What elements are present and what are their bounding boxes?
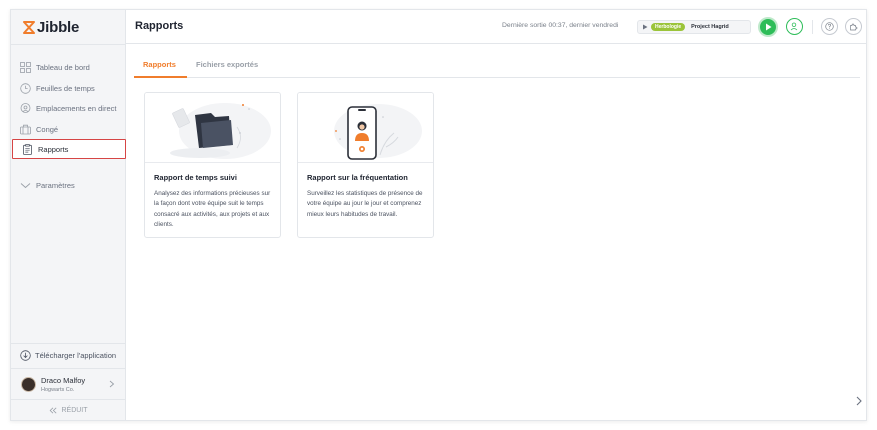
divider [11, 44, 126, 45]
user-org: Hogwarts Co. [41, 386, 75, 393]
card-description: Analysez des informations précieuses sur… [154, 190, 271, 228]
tab-exported-files[interactable]: Fichiers exportés [196, 60, 258, 69]
report-card-attendance[interactable]: Rapport sur la fréquentation Surveillez … [297, 92, 434, 238]
play-icon [765, 23, 771, 31]
card-title: Rapport sur la fréquentation [307, 173, 408, 182]
integrations-button[interactable] [845, 18, 862, 35]
active-tab-indicator [134, 76, 187, 78]
user-profile[interactable]: Draco Malfoy Hogwarts Co. [11, 372, 126, 396]
user-info: Draco Malfoy Hogwarts Co. [41, 376, 85, 393]
folder-illustration [145, 93, 280, 163]
hourglass-logo-icon [23, 21, 35, 34]
phone-illustration [298, 93, 433, 163]
sidebar-item-label: Tableau de bord [36, 62, 90, 72]
help-button[interactable] [821, 18, 838, 35]
project-name: Project Hagrid [691, 24, 729, 30]
question-icon [825, 22, 834, 31]
sidebar-item-live-locations[interactable]: Emplacements en direct [11, 98, 126, 118]
chevron-down-icon [20, 182, 31, 188]
sidebar-item-dashboard[interactable]: Tableau de bord [11, 57, 126, 77]
double-chevron-left-icon [50, 407, 57, 413]
jibble-logo[interactable]: Jibble [23, 19, 79, 36]
card-title: Rapport de temps suivi [154, 173, 237, 182]
sidebar-item-label: Emplacements en direct [36, 103, 117, 113]
header-separator [812, 20, 813, 34]
card-description: Surveillez les statistiques de présence … [307, 190, 423, 218]
header: Rapports Dernière sortie 00:37, dernier … [126, 10, 866, 44]
page-title: Rapports [135, 20, 184, 32]
download-app-button[interactable]: Télécharger l'application [11, 345, 126, 365]
tab-bar: Rapports Fichiers exportés [134, 52, 860, 78]
collapse-label: RÉDUIT [61, 406, 88, 414]
play-small-icon [643, 24, 648, 30]
clock-in-button[interactable] [758, 17, 778, 37]
divider [11, 399, 126, 400]
dashboard-icon [20, 61, 31, 73]
download-icon [20, 349, 31, 361]
activity-project-selector[interactable]: Herbologie Project Hagrid [637, 20, 751, 34]
content: Rapports Fichiers exportés Rapport de te… [126, 44, 866, 420]
sidebar-item-label: Feuilles de temps [36, 83, 95, 93]
activity-tag: Herbologie [651, 23, 686, 31]
main-area: Rapports Dernière sortie 00:37, dernier … [126, 10, 866, 420]
clipboard-icon [23, 143, 32, 155]
tab-reports[interactable]: Rapports [143, 60, 176, 69]
user-name: Draco Malfoy [41, 375, 86, 385]
kiosk-button[interactable] [786, 18, 803, 35]
phone-illustration-graphic [334, 104, 422, 160]
sidebar-item-label: Congé [36, 124, 59, 134]
download-app-label: Télécharger l'application [35, 350, 117, 360]
folder-illustration-graphic [170, 103, 271, 159]
sidebar-item-reports[interactable]: Rapports [12, 139, 126, 159]
sidebar-item-settings[interactable]: Paramètres [11, 175, 126, 195]
app-name: Jibble [37, 19, 80, 36]
user-clock-icon [790, 22, 798, 31]
report-card-tracked-time[interactable]: Rapport de temps suivi Analysez des info… [144, 92, 281, 238]
avatar [21, 376, 36, 392]
divider [11, 343, 126, 344]
last-exit-text: Dernière sortie 00:37, dernier vendredi [502, 22, 619, 29]
sidebar-item-leave[interactable]: Congé [11, 119, 126, 139]
clock-icon [20, 82, 31, 94]
sidebar: Jibble Tableau de bord Feuilles de temps… [11, 10, 126, 420]
chevron-right-icon[interactable] [856, 396, 862, 406]
sidebar-item-label: Paramètres [36, 180, 75, 190]
chevron-right-icon [109, 380, 115, 388]
sidebar-item-timesheets[interactable]: Feuilles de temps [11, 78, 126, 98]
location-pin-icon [20, 102, 31, 113]
app-window: Jibble Tableau de bord Feuilles de temps… [10, 9, 867, 421]
sidebar-item-label: Rapports [38, 144, 69, 154]
collapse-button[interactable]: RÉDUIT [11, 401, 126, 419]
divider [11, 368, 126, 369]
puzzle-icon [850, 23, 858, 31]
suitcase-icon [20, 124, 31, 134]
